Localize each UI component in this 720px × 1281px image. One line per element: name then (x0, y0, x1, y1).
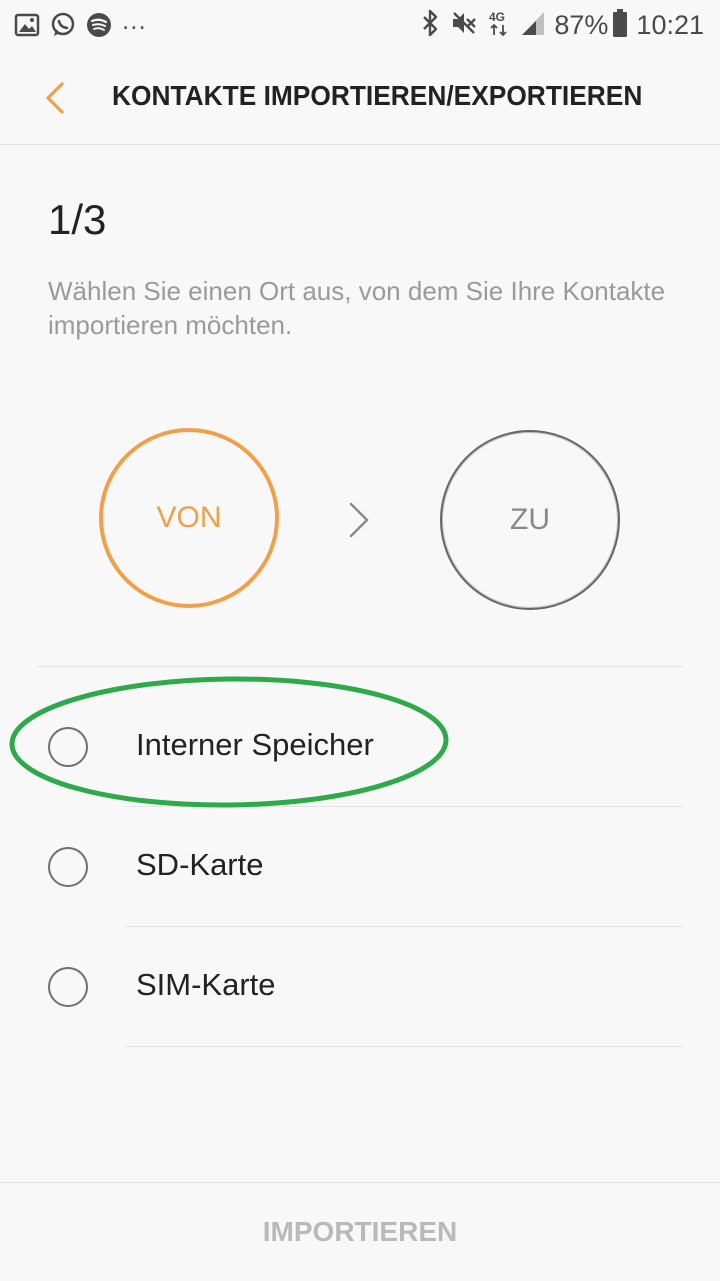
app-bar: KONTAKTE IMPORTIEREN/EXPORTIEREN (0, 50, 720, 145)
clock: 10:21 (636, 9, 704, 40)
option-sd-card[interactable]: SD-Karte (0, 807, 720, 927)
bluetooth-icon (420, 9, 440, 42)
more-notifications: ... (122, 5, 147, 35)
step-indicator: 1/3 (48, 196, 107, 243)
option-label: SIM-Karte (136, 967, 276, 1002)
mute-icon (450, 9, 478, 42)
battery-percent: 87% (554, 9, 609, 40)
chevron-left-icon (46, 82, 64, 114)
gallery-icon (14, 12, 40, 38)
network-type-label: 4G (489, 10, 505, 24)
instruction-text: Wählen Sie einen Ort aus, von dem Sie Ih… (48, 276, 666, 340)
spotify-icon (86, 12, 112, 38)
highlight-ellipse-annotation (9, 676, 449, 808)
divider (124, 1046, 684, 1047)
chevron-right-icon (349, 502, 369, 538)
battery-icon (612, 8, 628, 43)
divider (36, 666, 684, 667)
import-button[interactable]: IMPORTIEREN (0, 1183, 720, 1281)
status-bar-system: 4G 87% 10:21 (410, 8, 704, 42)
from-label: VON (156, 501, 222, 534)
signal-icon (520, 9, 546, 42)
to-label: ZU (510, 503, 550, 536)
status-bar: ... 4G 87% 10:21 (0, 0, 720, 50)
from-step-circle: VON (99, 428, 279, 608)
bottom-bar: IMPORTIEREN (0, 1182, 720, 1281)
radio-button[interactable] (48, 967, 88, 1007)
option-sim-card[interactable]: SIM-Karte (0, 927, 720, 1047)
whatsapp-icon (50, 12, 76, 38)
option-label: SD-Karte (136, 847, 264, 882)
back-button[interactable] (30, 72, 80, 122)
network-4g-icon: 4G (488, 8, 510, 43)
page-title: KONTAKTE IMPORTIEREN/EXPORTIEREN (112, 80, 643, 111)
status-bar-notifications: ... (14, 5, 147, 40)
radio-button[interactable] (48, 847, 88, 887)
to-step-circle: ZU (440, 430, 620, 610)
